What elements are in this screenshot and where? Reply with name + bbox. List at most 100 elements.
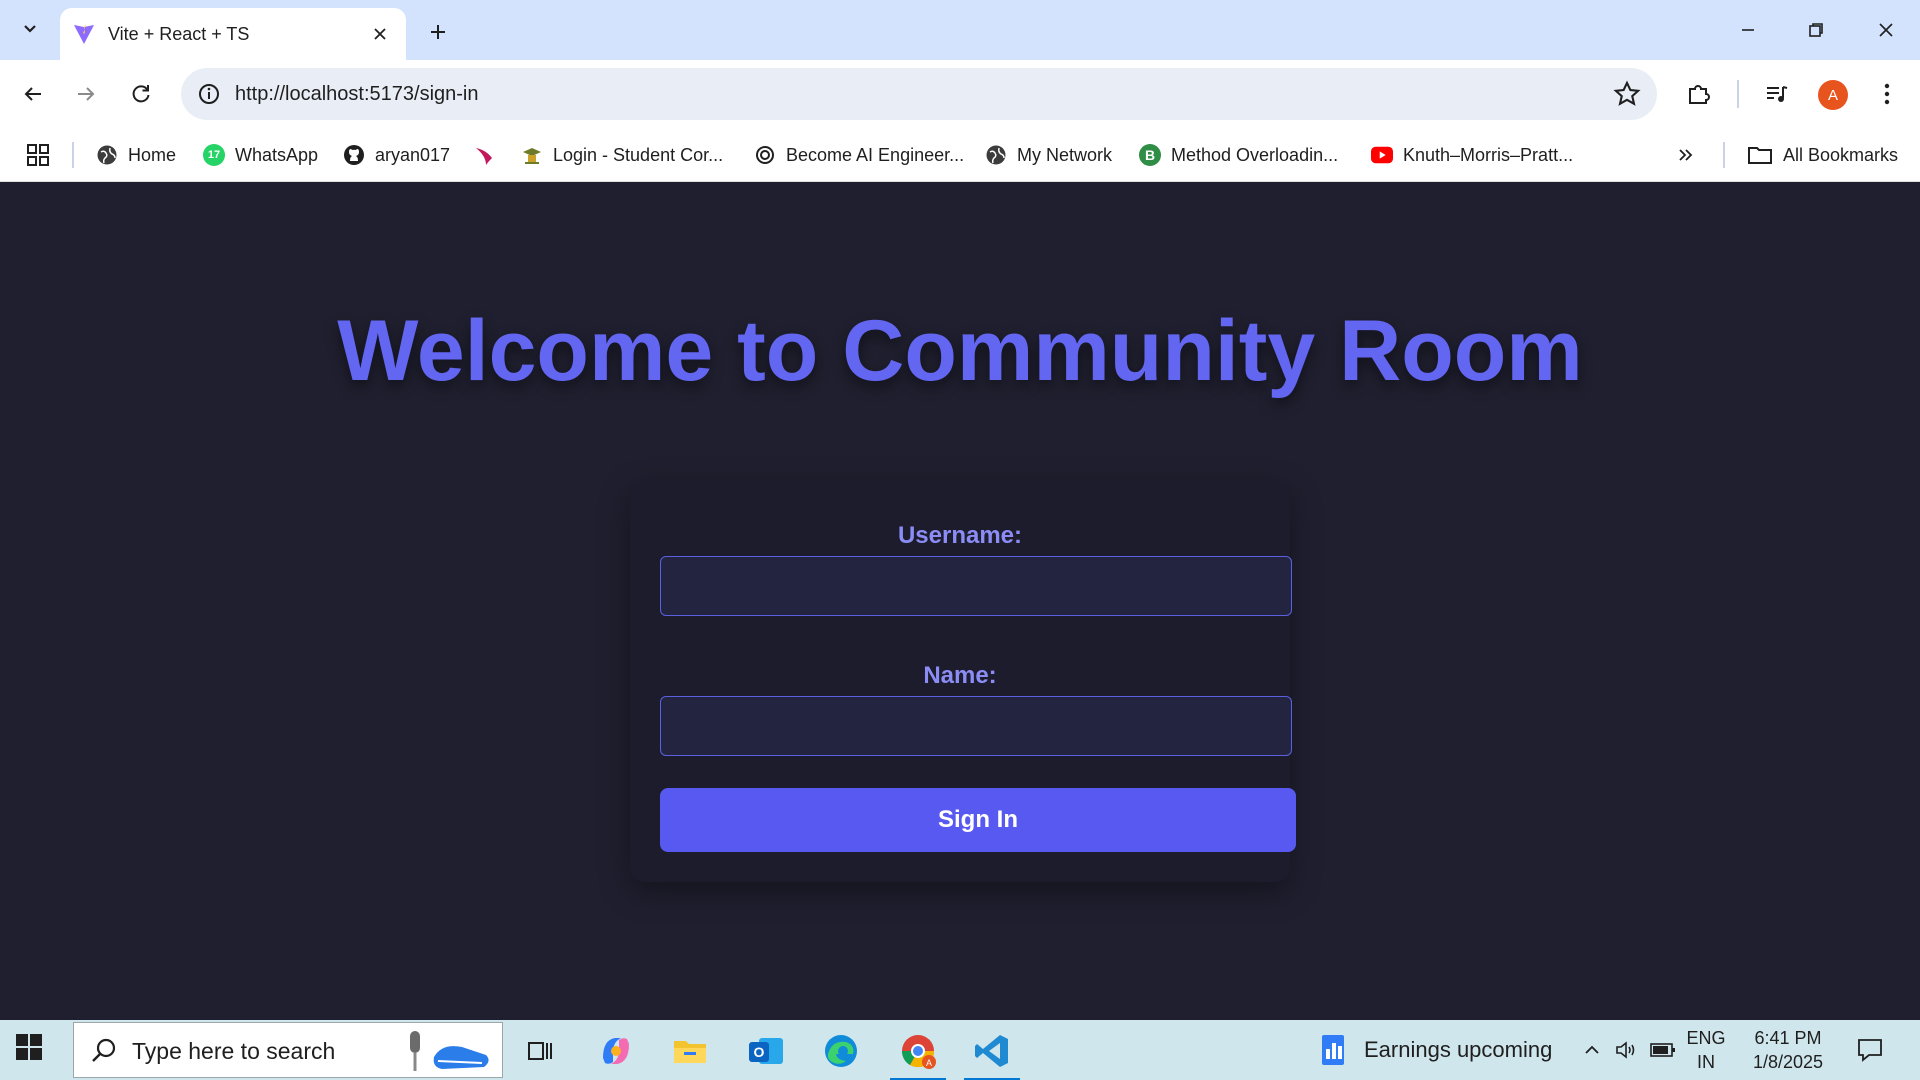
edge-icon (825, 1035, 857, 1067)
close-icon (374, 28, 386, 40)
chrome-icon: A (901, 1035, 936, 1069)
bookmark-label: Knuth–Morris–Pratt... (1403, 144, 1574, 165)
folder-icon (674, 1041, 706, 1063)
battery-icon (1650, 1043, 1675, 1057)
bookmark-label: Become AI Engineer... (786, 144, 965, 165)
browser-tab-active[interactable]: Vite + React + TS (60, 8, 406, 60)
bookmarks-divider (72, 142, 74, 168)
tab-search-button[interactable] (12, 10, 48, 46)
bookmark-label: aryan017 (375, 144, 451, 165)
site-info-icon[interactable] (195, 80, 223, 108)
volume-button[interactable] (1614, 1020, 1638, 1080)
b-icon: B (1139, 144, 1161, 166)
extensions-button[interactable] (1683, 78, 1715, 110)
bookmark-label: Login - Student Cor... (553, 144, 724, 165)
username-input[interactable] (660, 556, 1292, 616)
bookmark-swoosh[interactable] (474, 138, 506, 172)
task-view-button[interactable] (510, 1026, 570, 1076)
tab-strip: Vite + React + TS (0, 0, 1920, 60)
all-bookmarks-button[interactable]: All Bookmarks (1747, 138, 1898, 172)
media-control-button[interactable] (1761, 78, 1793, 110)
bookmarks-bar: Home 17 WhatsApp aryan017 Login - Studen… (0, 128, 1920, 182)
bookmark-github[interactable]: aryan017 (343, 138, 450, 172)
clock-date: 1/8/2025 (1752, 1052, 1824, 1072)
back-button[interactable] (13, 74, 53, 114)
apps-button[interactable] (26, 138, 50, 172)
taskbar-search[interactable]: Type here to search (73, 1022, 503, 1078)
name-input[interactable] (660, 696, 1292, 756)
tab-title: Vite + React + TS (108, 23, 250, 44)
show-hidden-icons-button[interactable] (1582, 1020, 1602, 1080)
sign-in-button[interactable]: Sign In (660, 788, 1296, 852)
github-icon (343, 144, 365, 166)
notification-icon (1858, 1039, 1882, 1062)
restore-button[interactable] (1792, 10, 1840, 50)
openai-icon (754, 144, 776, 166)
restore-icon (1809, 23, 1823, 37)
start-button[interactable] (16, 1034, 48, 1066)
new-tab-button[interactable] (420, 14, 456, 50)
edge-button[interactable] (811, 1026, 871, 1076)
speaker-icon (1616, 1041, 1635, 1059)
file-explorer-button[interactable] (660, 1026, 720, 1076)
bookmark-my-network[interactable]: My Network (985, 138, 1112, 172)
bookmark-star-icon[interactable] (1613, 80, 1641, 108)
chevron-up-icon (1585, 1045, 1599, 1054)
address-bar[interactable]: http://localhost:5173/sign-in (181, 68, 1657, 120)
minimize-button[interactable] (1724, 10, 1772, 50)
page-content: Welcome to Community Room Username: Name… (0, 182, 1920, 1020)
vscode-button[interactable] (962, 1026, 1022, 1080)
language-indicator[interactable]: ENG IN (1682, 1026, 1730, 1074)
bookmark-label: Home (128, 144, 177, 165)
youtube-icon (1371, 144, 1393, 166)
minimize-icon (1742, 29, 1754, 31)
copilot-button[interactable] (586, 1026, 646, 1076)
more-bookmarks-button[interactable] (1677, 138, 1695, 172)
page-title: Welcome to Community Room (337, 303, 1583, 399)
student-icon (521, 144, 543, 166)
language-code: ENG (1686, 1028, 1726, 1048)
folder-icon (1747, 144, 1773, 166)
tab-close-button[interactable] (366, 20, 394, 48)
windows-icon (16, 1034, 42, 1060)
task-view-icon (528, 1042, 552, 1060)
clock[interactable]: 6:41 PM 1/8/2025 (1738, 1026, 1838, 1074)
globe-icon (96, 144, 118, 166)
vscode-icon (975, 1035, 1008, 1067)
bookmark-label: My Network (1017, 144, 1113, 165)
bookmark-method-overloading[interactable]: B Method Overloadin... (1139, 138, 1338, 172)
bookmark-home[interactable]: Home (96, 138, 176, 172)
forward-button[interactable] (66, 74, 106, 114)
bookmark-kmp[interactable]: Knuth–Morris–Pratt... (1371, 138, 1573, 172)
url-text: http://localhost:5173/sign-in (235, 83, 479, 105)
browser-toolbar: http://localhost:5173/sign-in (0, 60, 1920, 128)
reload-button[interactable] (121, 74, 161, 114)
stock-news-icon (1322, 1035, 1344, 1065)
profile-avatar[interactable]: A (1818, 80, 1848, 110)
clock-time: 6:41 PM (1754, 1028, 1822, 1048)
puzzle-icon (1689, 85, 1710, 104)
close-window-button[interactable] (1862, 10, 1910, 50)
bookmark-whatsapp[interactable]: 17 WhatsApp (203, 138, 318, 172)
name-label: Name: (923, 662, 997, 689)
copilot-icon (603, 1038, 629, 1064)
swoosh-icon (474, 144, 496, 166)
outlook-icon: O (749, 1038, 783, 1064)
globe-icon (985, 144, 1007, 166)
news-widget[interactable]: Earnings upcoming (1318, 1020, 1552, 1080)
outlook-button[interactable]: O (736, 1026, 796, 1076)
battery-button[interactable] (1650, 1020, 1676, 1080)
chevron-down-icon (24, 25, 36, 33)
bookmarks-divider (1723, 142, 1725, 168)
arrow-right-icon (78, 87, 95, 101)
svg-text:A: A (926, 1058, 932, 1068)
plus-icon (431, 25, 445, 39)
vite-icon (74, 24, 94, 44)
bookmark-student-login[interactable]: Login - Student Cor... (521, 138, 723, 172)
close-icon (1879, 23, 1893, 37)
notifications-button[interactable] (1856, 1020, 1884, 1080)
taskbar: Type here to search O A Earnings upcomin… (0, 1020, 1920, 1080)
chrome-button[interactable]: A (888, 1026, 948, 1080)
browser-menu-button[interactable] (1871, 78, 1903, 110)
bookmark-ai-engineer[interactable]: Become AI Engineer... (754, 138, 964, 172)
